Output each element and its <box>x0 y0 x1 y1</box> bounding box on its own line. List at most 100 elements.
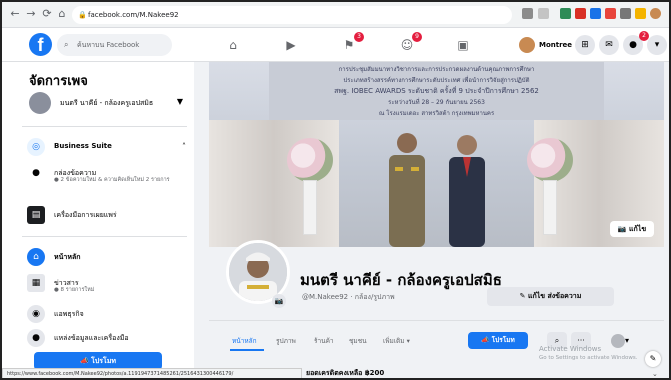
search-icon: ⌕ <box>64 40 69 49</box>
messenger-icon[interactable]: ✉ <box>599 35 619 55</box>
search-input[interactable]: ⌕ ค้นหาบน Facebook <box>57 34 172 56</box>
news-icon: ▦ <box>27 274 45 292</box>
forward-icon[interactable]: → <box>24 7 38 21</box>
extension-icon[interactable] <box>560 8 571 19</box>
facebook-logo-icon[interactable]: f <box>29 33 52 56</box>
tab-home[interactable]: หน้าหลัก <box>232 336 257 346</box>
cover-photo[interactable]: การประชุมสัมมนาทางวิชาการและการประกวดผลง… <box>209 62 664 247</box>
menu-grid-icon[interactable]: ⊞ <box>575 35 595 55</box>
sidebar-title: จัดการเพจ <box>29 74 88 89</box>
caret-down-icon: ▼ <box>176 97 183 106</box>
page-title: มนตรี นาคีย์ - กล้องครูเอปสมิธ <box>300 271 502 289</box>
banner-line: การประชุมสัมมนาทางวิชาการและการประกวดผลง… <box>338 66 535 73</box>
sidebar-item-resources[interactable]: ● แหล่งข้อมูลและเครื่องมือ <box>27 329 192 349</box>
notifications-icon[interactable]: ● 2 <box>623 31 649 55</box>
active-tab-indicator <box>230 349 264 351</box>
profile-photo <box>229 243 287 301</box>
sidebar-item-label: แหล่งข้อมูลและเครื่องมือ <box>54 334 129 342</box>
extension-icon[interactable] <box>590 8 601 19</box>
account-menu-icon[interactable]: ▾ <box>647 35 667 55</box>
avatar <box>519 37 535 53</box>
browser-toolbar: ← → ⟳ ⌂ 🔒 facebook.com/M.Nakee92 <box>2 2 669 28</box>
page-promote-label: โปรโมท <box>491 336 515 344</box>
tab-shop[interactable]: ร้านค้า <box>314 336 334 346</box>
edit-cover-label: แก้ไข <box>629 225 647 233</box>
profile-avatar-icon[interactable] <box>650 8 661 19</box>
banner-line: สพฐ. IOBEC AWARDS ระดับชาติ ครั้งที่ 9 ป… <box>334 87 539 95</box>
ceremony-banner: การประชุมสัมมนาทางวิชาการและการประกวดผลง… <box>269 62 604 120</box>
page-handle: @M.Nakee92 · กล้อง/รูปภาพ <box>302 293 395 301</box>
chevron-down-icon[interactable]: ⌄ <box>652 370 658 378</box>
back-icon[interactable]: ← <box>8 7 22 21</box>
person-in-suit <box>449 135 485 247</box>
pages-tab-icon[interactable]: ⚑ 3 <box>340 32 364 54</box>
page-promote-button[interactable]: 📣 โปรโมท <box>468 332 528 349</box>
reload-icon[interactable]: ⟳ <box>40 7 54 21</box>
sidebar-item-publishing-tools[interactable]: ▤ เครื่องมือการเผยแพร่ <box>27 206 192 226</box>
resources-icon: ● <box>27 329 45 347</box>
extensions-puzzle-icon[interactable] <box>620 8 631 19</box>
screen: ← → ⟳ ⌂ 🔒 facebook.com/M.Nakee92 f ⌕ ค้น… <box>0 0 671 380</box>
camera-icon[interactable]: 📷 <box>272 294 286 308</box>
sidebar-item-home[interactable]: ⌂ หน้าหลัก <box>27 248 192 268</box>
divider <box>209 320 664 321</box>
chevron-up-icon: ˄ <box>182 142 186 151</box>
lock-icon: 🔒 <box>78 11 87 19</box>
reading-list-icon[interactable] <box>635 8 646 19</box>
business-apps-icon: ◉ <box>27 305 45 323</box>
news-subtext: ● 8 รายการใหม่ <box>54 287 95 293</box>
watermark-subtitle: Go to Settings to activate Windows. <box>539 355 638 361</box>
edit-cover-button[interactable]: 📷 แก้ไข <box>610 221 654 237</box>
sidebar-item-label: แอพธุรกิจ <box>54 310 84 318</box>
groups-badge: 9 <box>412 32 422 42</box>
extension-icon[interactable] <box>522 8 533 19</box>
status-bar-url: https://www.facebook.com/M.Nakee92/photo… <box>2 368 302 378</box>
divider <box>22 236 187 237</box>
inbox-icon: ● <box>32 168 40 178</box>
sidebar-item-business-apps[interactable]: ◉ แอพธุรกิจ <box>27 305 192 325</box>
sidebar-item-label: หน้าหลัก <box>54 253 81 261</box>
inbox-subtext: ● 2 ข้อความใหม่ & ความคิดเห็นใหม่ 2 รายก… <box>54 177 170 183</box>
tab-more[interactable]: เพิ่มเติม ▾ <box>383 336 410 346</box>
search-placeholder: ค้นหาบน Facebook <box>77 41 140 49</box>
sidebar-item-label: เครื่องมือการเผยแพร่ <box>54 211 117 219</box>
sidebar-item-business-suite[interactable]: ◎ Business Suite ˄ <box>27 138 192 158</box>
tab-photos[interactable]: รูปภาพ <box>276 336 296 346</box>
edit-send-label: แก้ไข ส่งข้อความ <box>527 292 582 300</box>
chevron-down-icon: ▾ <box>624 336 629 345</box>
banner-line: ณ โรงแรมเดอะ สาทรวิสต้า กรุงเทพมหานคร <box>378 110 495 117</box>
facebook-header: f ⌕ ค้นหาบน Facebook ⌂ ▶ ⚑ 3 ☺ 9 ▣ Montr… <box>2 28 669 62</box>
profile-chip[interactable]: Montree <box>517 35 578 55</box>
windows-activation-watermark: Activate Windows Go to Settings to activ… <box>539 345 638 363</box>
flower-arrangement <box>527 138 573 182</box>
pages-badge: 3 <box>354 32 364 42</box>
sidebar-item-news[interactable]: ▦ ข่าวสาร ● 8 รายการใหม่ <box>27 274 192 300</box>
watch-tab-icon[interactable]: ▶ <box>282 36 300 54</box>
person-in-uniform <box>389 133 425 247</box>
extension-icon[interactable] <box>605 8 616 19</box>
flower-stand <box>543 180 557 235</box>
tab-community[interactable]: ชุมชน <box>349 336 367 346</box>
sidebar-item-label: Business Suite <box>54 142 112 150</box>
manage-page-sidebar: จัดการเพจ มนตรี นาคีย์ - กล้องครูเอปสมิธ… <box>2 62 194 378</box>
extension-icon[interactable] <box>575 8 586 19</box>
page-switcher-name: มนตรี นาคีย์ - กล้องครูเอปสมิธ <box>60 99 154 107</box>
banner-line: ประเภทสร้างสรรค์ทางการศึกษาระดับประเทศ เ… <box>343 77 530 84</box>
page-switcher[interactable]: มนตรี นาคีย์ - กล้องครูเอปสมิธ ▼ <box>29 92 189 118</box>
page-avatar <box>29 92 51 114</box>
flower-arrangement <box>287 138 333 182</box>
sidebar-item-inbox[interactable]: ● กล่องข้อความ ● 2 ข้อความใหม่ & ความคิด… <box>27 164 192 198</box>
divider <box>22 126 187 127</box>
profile-name: Montree <box>539 41 573 49</box>
bookmark-star-icon[interactable] <box>538 8 549 19</box>
compose-edit-icon[interactable]: ✎ <box>645 351 661 367</box>
url-text: facebook.com/M.Nakee92 <box>88 11 179 19</box>
address-bar[interactable]: 🔒 facebook.com/M.Nakee92 <box>72 6 512 24</box>
groups-tab-icon[interactable]: ☺ 9 <box>398 32 422 54</box>
publishing-tools-icon: ▤ <box>27 206 45 224</box>
home-tab-icon[interactable]: ⌂ <box>224 36 242 54</box>
home-icon: ⌂ <box>27 248 45 266</box>
home-icon[interactable]: ⌂ <box>55 7 69 21</box>
gaming-tab-icon[interactable]: ▣ <box>454 36 472 54</box>
edit-send-message-button[interactable]: ✎ แก้ไข ส่งข้อความ <box>487 287 614 306</box>
